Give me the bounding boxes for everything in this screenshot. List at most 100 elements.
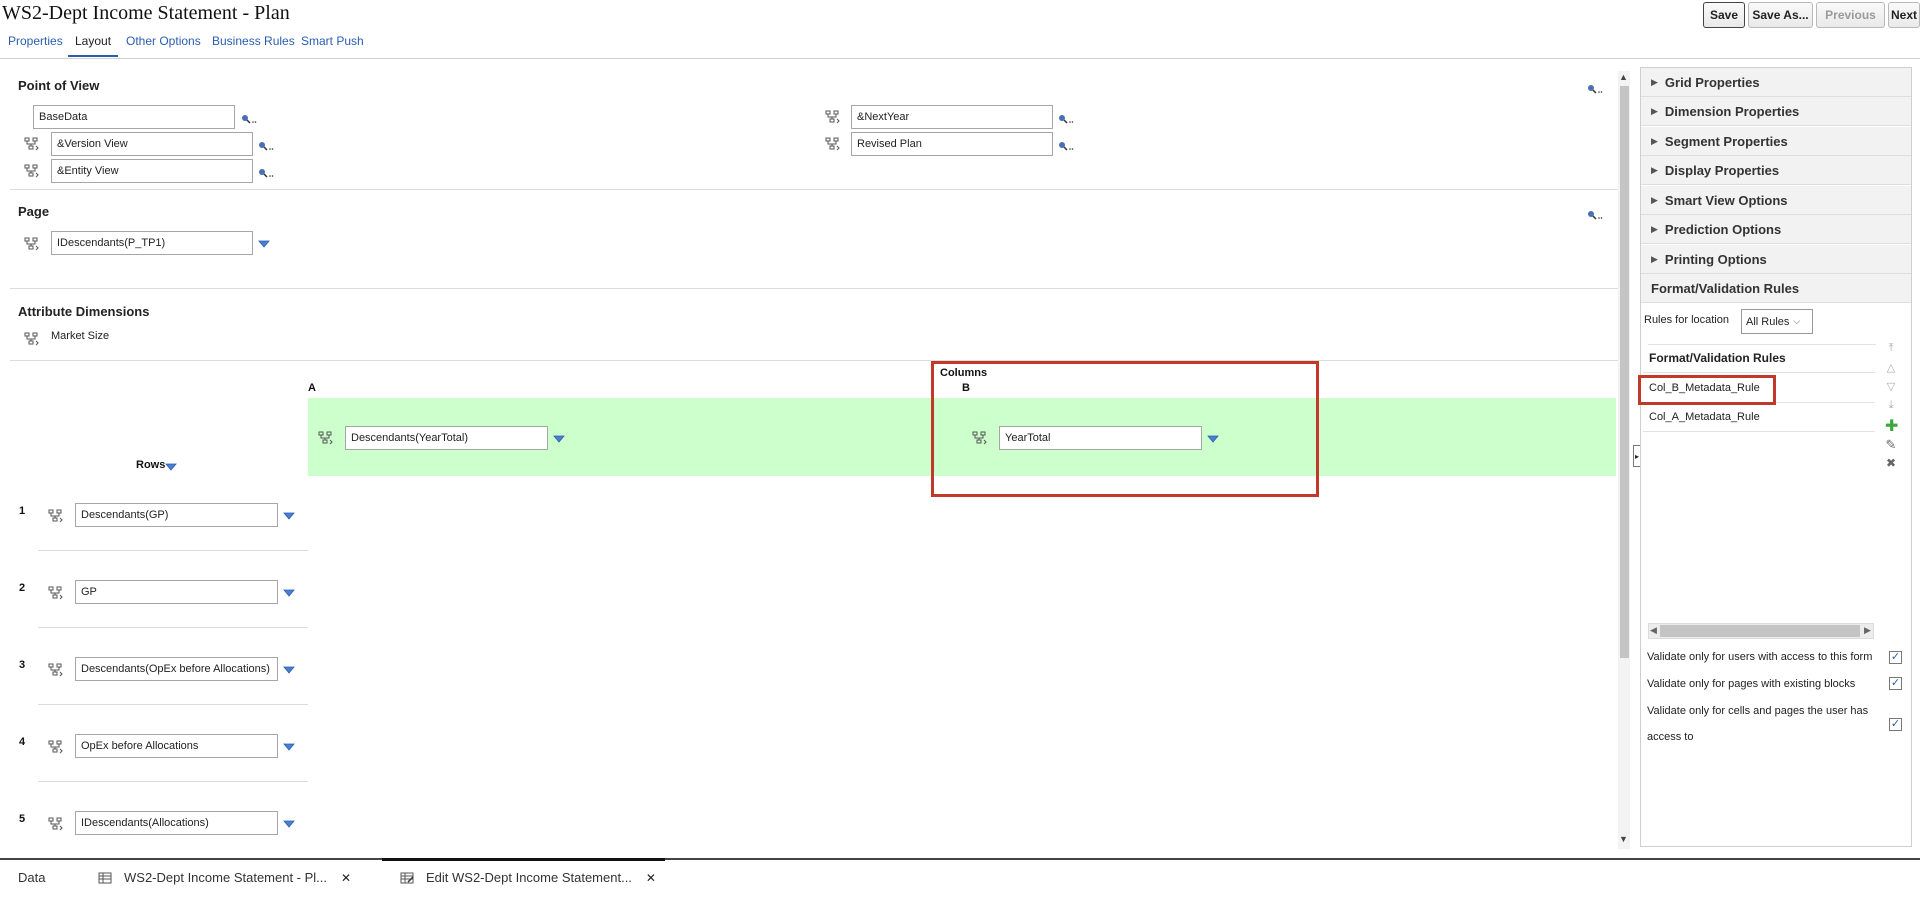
pov-scenario-member-icon[interactable]	[825, 137, 841, 151]
save-button[interactable]: Save	[1703, 2, 1745, 28]
pov-options-icon[interactable]	[1587, 84, 1603, 94]
page-divider	[10, 288, 1618, 289]
bottom-tab-edit-form[interactable]: Edit WS2-Dept Income Statement... ✕	[400, 870, 656, 885]
page-field[interactable]: IDescendants(P_TP1)	[51, 231, 253, 255]
tab-smart-push[interactable]: Smart Push	[301, 34, 364, 48]
pov-field-entity[interactable]: &Entity View	[51, 159, 253, 183]
accordion-segment-properties[interactable]: ▶ Segment Properties	[1641, 127, 1911, 156]
pov-version-options-icon[interactable]	[258, 141, 274, 151]
row-divider	[38, 550, 308, 551]
rules-location-select[interactable]: All Rules ⌵	[1741, 309, 1813, 334]
pov-entity-options-icon[interactable]	[258, 168, 274, 178]
pov-entity-member-icon[interactable]	[24, 164, 40, 178]
move-down-icon[interactable]: ▽	[1885, 380, 1897, 393]
scroll-right-arrow-icon[interactable]: ▶	[1864, 625, 1871, 636]
form-icon	[98, 872, 112, 884]
check-users-access-checkbox[interactable]: ✓	[1889, 651, 1902, 664]
pov-basedata-options-icon[interactable]	[241, 114, 257, 124]
row-4-dropdown-icon[interactable]	[283, 743, 295, 751]
tab-other-options[interactable]: Other Options	[126, 34, 201, 48]
accordion-printing-options[interactable]: ▶ Printing Options	[1641, 245, 1911, 274]
row-number: 2	[19, 582, 26, 594]
move-top-icon[interactable]: ⤒	[1885, 342, 1897, 355]
column-b-highlight-box	[931, 361, 1319, 497]
rows-dropdown-icon[interactable]	[165, 463, 177, 471]
row-number: 1	[19, 505, 26, 517]
page-dropdown-icon[interactable]	[258, 240, 270, 248]
column-a-dropdown-icon[interactable]	[553, 435, 565, 443]
bottom-tab-data[interactable]: Data	[18, 870, 45, 885]
row-4-field[interactable]: OpEx before Allocations	[75, 734, 278, 758]
pov-year-member-icon[interactable]	[825, 110, 841, 124]
pov-year-options-icon[interactable]	[1058, 114, 1074, 124]
check-label-users-access: Validate only for users with access to t…	[1647, 651, 1873, 663]
pov-field-basedata[interactable]: BaseData	[33, 105, 235, 129]
active-bottom-tab-indicator	[382, 858, 665, 861]
accordion-smart-view-options[interactable]: ▶ Smart View Options	[1641, 186, 1911, 215]
column-a-field[interactable]: Descendants(YearTotal)	[345, 426, 548, 450]
close-icon[interactable]: ✕	[341, 871, 351, 885]
pov-scenario-options-icon[interactable]	[1058, 141, 1074, 151]
attribute-member-icon[interactable]	[24, 332, 40, 346]
pov-field-revised-plan[interactable]: Revised Plan	[851, 132, 1053, 156]
page-options-icon[interactable]	[1587, 210, 1603, 220]
pov-version-member-icon[interactable]	[24, 137, 40, 151]
row-3-field[interactable]: Descendants(OpEx before Allocations)	[75, 657, 278, 681]
row-number: 4	[19, 736, 26, 748]
row-3-member-icon[interactable]	[48, 663, 64, 677]
accordion-grid-properties[interactable]: ▶ Grid Properties	[1641, 68, 1911, 97]
accordion-format-validation-rules[interactable]: Format/Validation Rules	[1641, 274, 1911, 303]
vertical-scrollbar-thumb[interactable]	[1620, 86, 1629, 658]
scroll-left-arrow-icon[interactable]: ◀	[1650, 625, 1657, 636]
accordion-prediction-options[interactable]: ▶ Prediction Options	[1641, 215, 1911, 244]
row-divider	[38, 627, 308, 628]
add-rule-icon[interactable]: ✚	[1885, 416, 1898, 436]
row-4-member-icon[interactable]	[48, 740, 64, 754]
pov-field-version[interactable]: &Version View	[51, 132, 253, 156]
check-cells-pages-access-checkbox[interactable]: ✓	[1889, 718, 1902, 731]
tab-properties[interactable]: Properties	[8, 34, 63, 48]
tab-layout[interactable]: Layout	[75, 34, 111, 48]
row-2-member-icon[interactable]	[48, 586, 64, 600]
rules-horizontal-scrollbar-thumb[interactable]	[1660, 625, 1860, 637]
edit-form-icon	[400, 872, 414, 884]
expand-triangle-icon: ▶	[1651, 253, 1658, 264]
row-1-field[interactable]: Descendants(GP)	[75, 503, 278, 527]
row-2-dropdown-icon[interactable]	[283, 589, 295, 597]
bottom-tab-form[interactable]: WS2-Dept Income Statement - Pl... ✕	[98, 870, 351, 885]
row-3-dropdown-icon[interactable]	[283, 666, 295, 674]
edit-rule-icon[interactable]: ✎	[1885, 437, 1897, 453]
move-bottom-icon[interactable]: ⤓	[1885, 399, 1897, 412]
delete-rule-icon[interactable]: ✖	[1885, 456, 1897, 470]
row-5-field[interactable]: IDescendants(Allocations)	[75, 811, 278, 835]
row-number: 5	[19, 813, 26, 825]
row-1-member-icon[interactable]	[48, 509, 64, 523]
check-existing-blocks-checkbox[interactable]: ✓	[1889, 677, 1902, 690]
row-2-field[interactable]: GP	[75, 580, 278, 604]
move-up-icon[interactable]: △	[1885, 361, 1897, 374]
scroll-up-arrow-icon[interactable]: ▲	[1619, 72, 1628, 82]
close-icon[interactable]: ✕	[646, 871, 656, 885]
row-5-dropdown-icon[interactable]	[283, 820, 295, 828]
scroll-down-arrow-icon[interactable]: ▼	[1619, 834, 1628, 844]
column-a-member-icon[interactable]	[318, 431, 334, 445]
row-5-member-icon[interactable]	[48, 817, 64, 831]
check-label-existing-blocks: Validate only for pages with existing bl…	[1647, 678, 1856, 690]
tab-business-rules[interactable]: Business Rules	[212, 34, 295, 48]
expand-triangle-icon: ▶	[1651, 76, 1658, 87]
previous-button[interactable]: Previous	[1816, 2, 1885, 28]
pov-title: Point of View	[18, 78, 100, 93]
active-tab-indicator	[68, 55, 118, 57]
check-label-cells-pages-access: Validate only for cells and pages the us…	[1647, 705, 1869, 743]
accordion-dimension-properties[interactable]: ▶ Dimension Properties	[1641, 97, 1911, 126]
attribute-divider	[10, 360, 1618, 361]
pov-field-nextyear[interactable]: &NextYear	[851, 105, 1053, 129]
rule-item-col-a[interactable]: Col_A_Metadata_Rule	[1643, 403, 1875, 432]
row-1-dropdown-icon[interactable]	[283, 512, 295, 520]
page-member-icon[interactable]	[24, 237, 40, 251]
row-divider	[38, 781, 308, 782]
accordion-display-properties[interactable]: ▶ Display Properties	[1641, 156, 1911, 185]
next-button[interactable]: Next	[1888, 2, 1920, 28]
save-as-button[interactable]: Save As...	[1748, 2, 1813, 28]
column-a-label: A	[308, 382, 316, 394]
